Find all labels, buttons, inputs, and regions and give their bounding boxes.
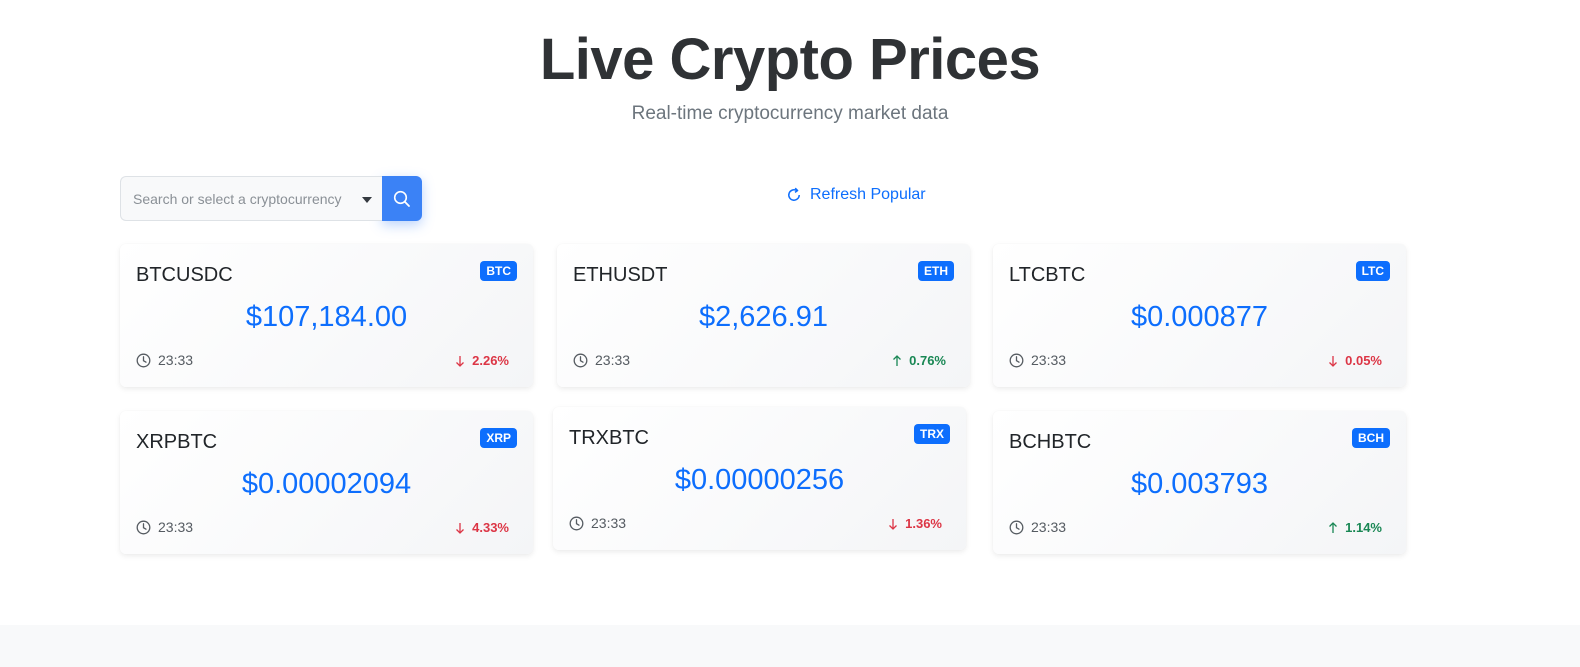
card-time-value: 23:33 xyxy=(595,352,631,368)
card-change-value: 1.14% xyxy=(1345,520,1382,535)
card-change: 0.76% xyxy=(892,353,946,368)
price-card-btc[interactable]: BTCUSDC BTC $107,184.00 23:33 2.26% xyxy=(120,244,533,387)
card-change: 4.33% xyxy=(455,520,509,535)
clock-icon xyxy=(569,516,584,531)
card-time: 23:33 xyxy=(136,519,193,535)
refresh-popular-button[interactable]: Refresh Popular xyxy=(786,184,926,206)
search-icon xyxy=(393,190,410,207)
card-symbol: BCHBTC xyxy=(1009,431,1092,453)
price-card-eth[interactable]: ETHUSDT ETH $2,626.91 23:33 0.76% xyxy=(557,244,970,387)
page-title: Live Crypto Prices xyxy=(539,27,1041,92)
arrow-up-icon xyxy=(892,354,902,367)
card-badge: LTC xyxy=(1355,261,1390,281)
card-change-value: 4.33% xyxy=(472,520,509,535)
card-change-value: 0.76% xyxy=(909,353,946,368)
card-time: 23:33 xyxy=(1009,519,1066,535)
card-symbol: TRXBTC xyxy=(569,427,649,449)
clock-icon xyxy=(1009,353,1024,368)
card-time: 23:33 xyxy=(1009,352,1066,368)
page-subtitle: Real-time cryptocurrency market data xyxy=(631,103,949,124)
search-button[interactable] xyxy=(382,176,422,221)
arrow-down-icon xyxy=(455,355,465,367)
price-card-ltc[interactable]: LTCBTC LTC $0.000877 23:33 0.05% xyxy=(993,244,1406,387)
refresh-popular-label: Refresh Popular xyxy=(810,186,926,203)
card-symbol: XRPBTC xyxy=(136,431,218,453)
card-price: $0.00002094 xyxy=(241,468,412,500)
card-time: 23:33 xyxy=(136,352,193,368)
search-input[interactable] xyxy=(121,177,382,220)
price-card-trx[interactable]: TRXBTC TRX $0.00000256 23:33 1.36% xyxy=(553,407,966,550)
card-symbol: LTCBTC xyxy=(1009,264,1086,286)
clock-icon xyxy=(136,520,151,535)
card-time-value: 23:33 xyxy=(158,519,194,535)
arrow-up-icon xyxy=(1328,521,1338,534)
card-change: 0.05% xyxy=(1328,353,1382,368)
card-symbol: BTCUSDC xyxy=(136,264,233,286)
card-change: 1.36% xyxy=(888,516,942,531)
search-field[interactable] xyxy=(120,176,382,221)
footer xyxy=(0,625,1580,667)
refresh-icon xyxy=(788,187,800,201)
card-badge: ETH xyxy=(918,261,954,281)
card-change-value: 2.26% xyxy=(472,353,509,368)
card-time-value: 23:33 xyxy=(591,515,627,531)
arrow-down-icon xyxy=(455,522,465,534)
card-badge: BTC xyxy=(480,261,517,281)
card-badge: BCH xyxy=(1352,428,1390,448)
card-badge: XRP xyxy=(480,428,517,448)
caret-down-icon[interactable] xyxy=(362,197,372,203)
card-price: $107,184.00 xyxy=(245,301,408,333)
card-time: 23:33 xyxy=(569,515,626,531)
price-card-xrp[interactable]: XRPBTC XRP $0.00002094 23:33 4.33% xyxy=(120,411,533,554)
clock-icon xyxy=(573,353,588,368)
arrow-down-icon xyxy=(1328,355,1338,367)
search-bar xyxy=(120,176,422,221)
clock-icon xyxy=(1009,520,1024,535)
card-price: $0.003793 xyxy=(1130,468,1269,500)
card-change: 2.26% xyxy=(455,353,509,368)
card-change-value: 0.05% xyxy=(1345,353,1382,368)
card-symbol: ETHUSDT xyxy=(573,264,668,286)
card-price: $2,626.91 xyxy=(698,301,828,333)
card-badge: TRX xyxy=(914,424,950,444)
arrow-down-icon xyxy=(888,518,898,530)
card-change-value: 1.36% xyxy=(905,516,942,531)
price-card-bch[interactable]: BCHBTC BCH $0.003793 23:33 1.14% xyxy=(993,411,1406,554)
clock-icon xyxy=(136,353,151,368)
card-price: $0.00000256 xyxy=(674,464,845,496)
card-time-value: 23:33 xyxy=(158,352,194,368)
card-change: 1.14% xyxy=(1328,520,1382,535)
card-time: 23:33 xyxy=(573,352,630,368)
card-time-value: 23:33 xyxy=(1031,519,1067,535)
card-price: $0.000877 xyxy=(1130,301,1269,333)
card-time-value: 23:33 xyxy=(1031,352,1067,368)
